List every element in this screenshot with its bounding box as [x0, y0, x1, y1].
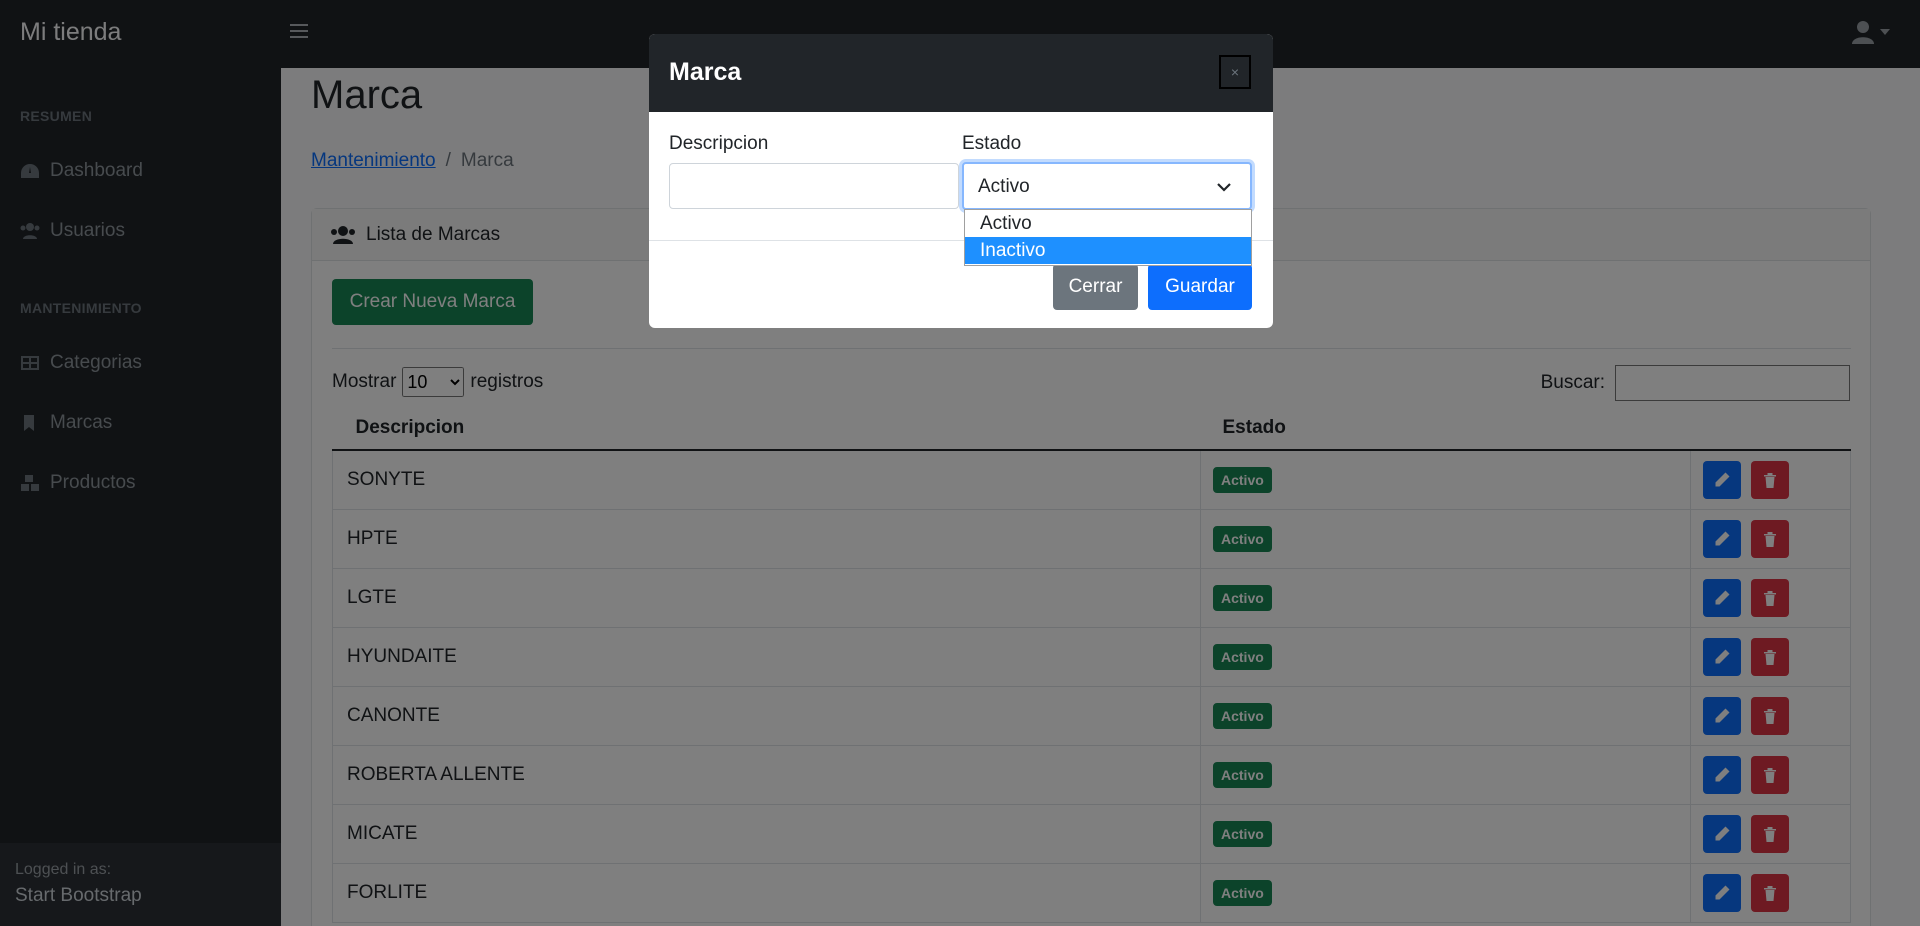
estado-option-inactivo[interactable]: Inactivo — [965, 237, 1251, 264]
modal-title: Marca — [669, 58, 742, 86]
descripcion-label: Descripcion — [669, 133, 769, 154]
estado-option-activo[interactable]: Activo — [965, 210, 1251, 237]
marca-modal: Marca × Descripcion Estado Activo Cerrar… — [649, 34, 1273, 328]
guardar-button[interactable]: Guardar — [1148, 264, 1252, 310]
modal-header: Marca × — [649, 34, 1273, 112]
estado-label: Estado — [962, 133, 1022, 154]
estado-selected-value: Activo — [978, 176, 1030, 197]
chevron-down-icon — [1217, 183, 1231, 192]
estado-select[interactable]: Activo — [962, 162, 1252, 210]
cerrar-button[interactable]: Cerrar — [1053, 264, 1138, 310]
estado-dropdown-list: Activo Inactivo — [964, 209, 1252, 266]
descripcion-input[interactable] — [669, 163, 959, 209]
close-button[interactable]: × — [1219, 55, 1251, 89]
